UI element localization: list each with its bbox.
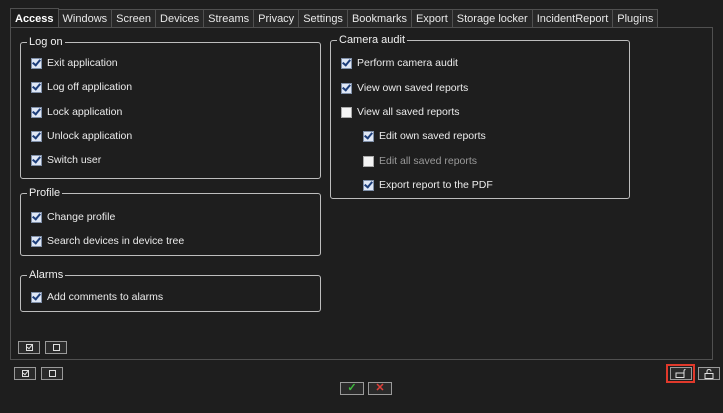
check-all-button[interactable] — [14, 367, 36, 380]
tab-screen[interactable]: Screen — [111, 9, 157, 28]
uncheck-all-icon — [52, 344, 60, 351]
exit-application-option[interactable]: Exit application — [31, 56, 118, 70]
tab-devices[interactable]: Devices — [155, 9, 205, 28]
profile-title: Profile — [27, 186, 63, 200]
edit-all-saved-reports-option[interactable]: Edit all saved reports — [363, 154, 477, 168]
checkbox[interactable] — [31, 154, 42, 166]
view-own-saved-reports-option[interactable]: View own saved reports — [341, 81, 468, 95]
checkbox[interactable] — [341, 82, 352, 94]
checkbox[interactable] — [341, 57, 352, 69]
checkbox[interactable] — [31, 106, 42, 118]
check-all-icon — [25, 344, 33, 351]
checkbox[interactable] — [31, 235, 42, 247]
check-all-icon — [21, 370, 29, 377]
tab-streams[interactable]: Streams — [203, 9, 255, 28]
checkbox[interactable] — [31, 130, 42, 142]
view-all-saved-reports-option[interactable]: View all saved reports — [341, 105, 460, 119]
search-devices-option[interactable]: Search devices in device tree — [31, 234, 184, 248]
option-label: Edit all saved reports — [379, 155, 478, 167]
tab-plugins[interactable]: Plugins — [612, 9, 659, 28]
checkbox[interactable] — [31, 57, 42, 69]
change-profile-option[interactable]: Change profile — [31, 210, 115, 224]
cancel-button[interactable]: ✕ — [368, 382, 392, 395]
unlock-icon — [704, 368, 714, 379]
lock-button[interactable] — [670, 367, 692, 380]
option-label: Search devices in device tree — [47, 235, 185, 247]
tab-incident-report[interactable]: IncidentReport — [531, 9, 614, 28]
panel-uncheck-all-button[interactable] — [45, 341, 67, 354]
lock-application-option[interactable]: Lock application — [31, 105, 122, 119]
log-off-application-option[interactable]: Log off application — [31, 80, 132, 94]
unlock-button[interactable] — [698, 367, 720, 380]
log-on-title: Log on — [27, 35, 65, 49]
tab-windows[interactable]: Windows — [57, 9, 113, 28]
profile-group: Profile Change profile Search devices in… — [20, 186, 321, 256]
option-label: Exit application — [47, 57, 118, 69]
option-label: Perform camera audit — [357, 57, 458, 69]
option-label: Log off application — [47, 81, 133, 93]
option-label: Edit own saved reports — [379, 130, 486, 142]
add-comments-option[interactable]: Add comments to alarms — [31, 290, 163, 304]
camera-audit-title: Camera audit — [337, 33, 408, 47]
tab-bar: Access Windows Screen Devices Streams Pr… — [10, 8, 659, 28]
checkbox[interactable] — [31, 81, 42, 93]
alarms-title: Alarms — [27, 268, 66, 282]
tab-storage-locker[interactable]: Storage locker — [451, 9, 533, 28]
tab-privacy[interactable]: Privacy — [253, 9, 300, 28]
checkbox[interactable] — [341, 106, 352, 118]
export-report-pdf-option[interactable]: Export report to the PDF — [363, 178, 493, 192]
uncheck-all-button[interactable] — [41, 367, 63, 380]
tab-bookmarks[interactable]: Bookmarks — [346, 9, 412, 28]
perform-camera-audit-option[interactable]: Perform camera audit — [341, 56, 458, 70]
log-on-group: Log on Exit application Log off applicat… — [20, 35, 321, 179]
unlock-application-option[interactable]: Unlock application — [31, 129, 132, 143]
tab-settings[interactable]: Settings — [298, 9, 348, 28]
option-label: Add comments to alarms — [47, 291, 164, 303]
camera-audit-group: Camera audit Perform camera audit View o… — [330, 33, 630, 199]
option-label: Unlock application — [47, 130, 133, 142]
option-label: View own saved reports — [357, 82, 469, 94]
tab-export[interactable]: Export — [410, 9, 453, 28]
switch-user-option[interactable]: Switch user — [31, 153, 101, 167]
panel-check-all-button[interactable] — [18, 341, 40, 354]
edit-own-saved-reports-option[interactable]: Edit own saved reports — [363, 129, 486, 143]
checkbox[interactable] — [363, 155, 374, 167]
ok-button[interactable]: ✓ — [340, 382, 364, 395]
checkbox[interactable] — [31, 211, 42, 223]
checkbox[interactable] — [363, 130, 374, 142]
close-icon: ✕ — [375, 382, 385, 394]
option-label: Export report to the PDF — [379, 179, 493, 191]
option-label: Lock application — [47, 106, 123, 118]
checkmark-icon: ✓ — [347, 382, 357, 394]
alarms-group: Alarms Add comments to alarms — [20, 268, 321, 312]
checkbox[interactable] — [31, 291, 42, 303]
option-label: View all saved reports — [357, 106, 460, 118]
checkbox[interactable] — [363, 179, 374, 191]
access-panel: Log on Exit application Log off applicat… — [10, 27, 713, 360]
option-label: Switch user — [47, 154, 102, 166]
lock-icon — [675, 369, 686, 378]
option-label: Change profile — [47, 211, 116, 223]
uncheck-all-icon — [48, 370, 56, 377]
tab-access[interactable]: Access — [10, 8, 59, 28]
